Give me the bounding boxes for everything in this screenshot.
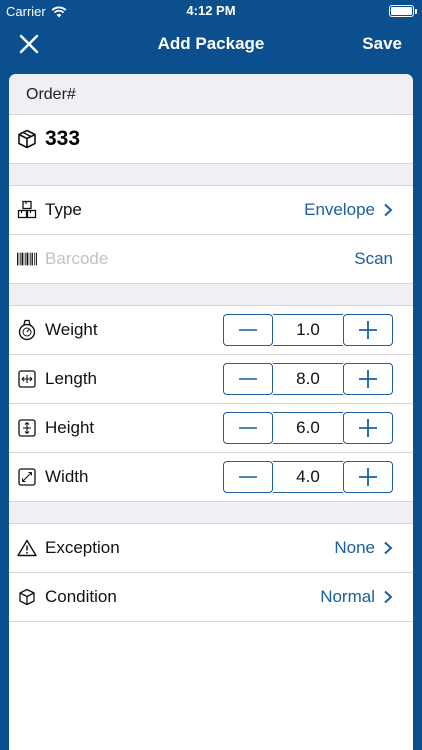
condition-label: Condition <box>45 587 117 606</box>
barcode-row[interactable]: Barcode Scan <box>9 235 413 283</box>
length-icon <box>17 369 37 389</box>
weight-row: Weight 1.0 <box>9 306 413 354</box>
boxes-icon <box>17 200 37 220</box>
plus-icon <box>359 419 377 437</box>
order-number-value: 333 <box>45 127 81 150</box>
length-stepper: 8.0 <box>223 363 393 395</box>
order-section-header: Order# <box>9 74 413 115</box>
barcode-icon <box>17 249 37 269</box>
height-row: Height 6.0 <box>9 404 413 452</box>
chevron-right-icon <box>384 590 393 604</box>
scan-button[interactable]: Scan <box>354 249 393 269</box>
height-value[interactable]: 6.0 <box>273 412 343 444</box>
page-title: Add Package <box>157 34 265 53</box>
weight-value[interactable]: 1.0 <box>273 314 343 346</box>
height-stepper: 6.0 <box>223 412 393 444</box>
warning-icon <box>17 538 37 558</box>
height-icon <box>17 418 37 438</box>
weight-stepper: 1.0 <box>223 314 393 346</box>
increment-button[interactable] <box>343 412 393 444</box>
form-card: Order# 333 Type Envelope Barcode Scan We… <box>9 74 413 750</box>
length-row: Length 8.0 <box>9 355 413 403</box>
section-spacer <box>9 502 413 523</box>
plus-icon <box>359 321 377 339</box>
decrement-button[interactable] <box>223 461 273 493</box>
weight-label: Weight <box>45 320 98 339</box>
save-button[interactable]: Save <box>362 34 402 54</box>
length-value[interactable]: 8.0 <box>273 363 343 395</box>
type-row[interactable]: Type Envelope <box>9 186 413 234</box>
clock: 4:12 PM <box>186 3 236 18</box>
increment-button[interactable] <box>343 363 393 395</box>
chevron-right-icon <box>384 541 393 555</box>
divider <box>9 621 413 622</box>
width-value[interactable]: 4.0 <box>273 461 343 493</box>
condition-value-text: Normal <box>320 587 375 606</box>
width-stepper: 4.0 <box>223 461 393 493</box>
decrement-button[interactable] <box>223 363 273 395</box>
type-label: Type <box>45 200 82 219</box>
increment-button[interactable] <box>343 461 393 493</box>
condition-value[interactable]: Normal <box>320 587 393 607</box>
barcode-input[interactable]: Barcode <box>45 249 108 269</box>
width-label: Width <box>45 467 89 486</box>
width-row: Width 4.0 <box>9 453 413 501</box>
decrement-button[interactable] <box>223 412 273 444</box>
exception-row[interactable]: Exception None <box>9 524 413 572</box>
increment-button[interactable] <box>343 314 393 346</box>
order-number-row[interactable]: 333 <box>9 115 413 163</box>
minus-icon <box>239 476 257 478</box>
box-icon <box>17 129 37 149</box>
condition-row[interactable]: Condition Normal <box>9 573 413 621</box>
scale-icon <box>17 319 37 341</box>
height-label: Height <box>45 418 95 437</box>
navigation-bar: Add Package Save <box>0 22 422 66</box>
order-header-label: Order# <box>26 86 76 103</box>
exception-label: Exception <box>45 538 120 557</box>
battery-icon <box>389 5 417 17</box>
package-icon <box>17 587 37 607</box>
plus-icon <box>359 370 377 388</box>
length-label: Length <box>45 369 97 388</box>
chevron-right-icon <box>384 203 393 217</box>
type-value[interactable]: Envelope <box>304 200 393 220</box>
status-bar: Carrier 4:12 PM <box>0 0 422 22</box>
width-icon <box>17 467 37 487</box>
minus-icon <box>239 378 257 380</box>
section-spacer <box>9 164 413 185</box>
type-value-text: Envelope <box>304 200 375 219</box>
exception-value[interactable]: None <box>334 538 393 558</box>
minus-icon <box>239 427 257 429</box>
minus-icon <box>239 329 257 331</box>
decrement-button[interactable] <box>223 314 273 346</box>
plus-icon <box>359 468 377 486</box>
section-spacer <box>9 284 413 305</box>
exception-value-text: None <box>334 538 375 557</box>
